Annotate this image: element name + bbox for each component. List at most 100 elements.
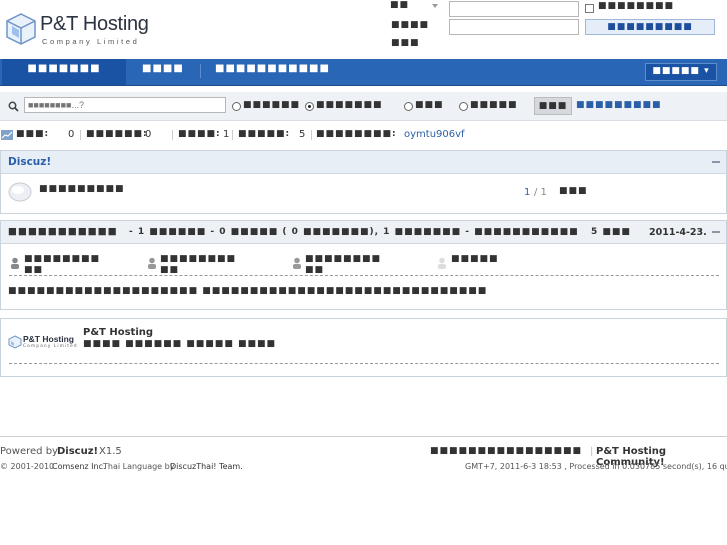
remember-checkbox[interactable] bbox=[585, 4, 594, 13]
forum-category-box: Discuz! ■■■■■■■■■ 1 / 1 ■■■ bbox=[0, 150, 727, 214]
partner-title[interactable]: P&T Hosting bbox=[83, 327, 153, 338]
search-option-radio-2[interactable] bbox=[305, 102, 314, 111]
search-option-label-1: ■■■■■■ bbox=[243, 100, 301, 110]
legend-sub-2: ■■ bbox=[160, 265, 180, 275]
advanced-search-link[interactable]: ■■■■■■■■■ bbox=[576, 100, 662, 110]
search-option-label-2: ■■■■■■■ bbox=[316, 100, 383, 110]
stat-label-3: ■■■■: bbox=[178, 129, 221, 139]
search-option-radio-1[interactable] bbox=[232, 102, 241, 111]
newest-member-label: ■■■■■■■■: bbox=[316, 129, 397, 139]
logo-cube-icon bbox=[6, 13, 36, 45]
search-button[interactable]: ■■■ bbox=[534, 97, 572, 115]
processed-info: GMT+7, 2011-6-3 18:53 , Processed in 0.0… bbox=[465, 462, 727, 471]
online-summary: - 1 ■■■■■■ - 0 ■■■■■ ( 0 ■■■■■■■), 1 ■■■… bbox=[129, 227, 579, 237]
newest-member-link[interactable]: oymtu906vf bbox=[404, 129, 465, 140]
moderator-user-icon bbox=[293, 257, 301, 269]
search-icon bbox=[8, 101, 19, 112]
nav-item-3[interactable]: ■■■■■■■■■■■ bbox=[215, 59, 330, 85]
stat-divider bbox=[172, 130, 173, 140]
collapse-icon[interactable] bbox=[712, 231, 720, 233]
supermod-user-icon bbox=[148, 257, 156, 269]
dashed-divider bbox=[9, 275, 719, 276]
nav-item-2[interactable]: ■■■■ bbox=[142, 59, 184, 85]
username-input[interactable] bbox=[449, 1, 579, 17]
chart-icon bbox=[1, 130, 13, 140]
stat-value-1: 0 bbox=[68, 129, 75, 140]
stat-value-4: 5 bbox=[299, 129, 306, 140]
legend-label-4: ■■■■■ bbox=[451, 254, 499, 264]
friend-links-box: P&T Hosting Company Limited P&T Hosting … bbox=[0, 318, 727, 377]
legend-label-2: ■■■■■■■■ bbox=[160, 254, 237, 264]
discuz-link[interactable]: Discuz! bbox=[57, 446, 98, 457]
thai-language-label: Thai Language by bbox=[103, 462, 175, 471]
partner-logo-sub: Company Limited bbox=[23, 344, 78, 349]
login-extra-label[interactable]: ■■■ bbox=[391, 38, 420, 48]
search-option-label-3: ■■■ bbox=[415, 100, 444, 110]
nav-dropdown-label: ■■■■■ bbox=[652, 66, 700, 76]
footer: Powered by Discuz! X1.5 © 2001-2010 Coms… bbox=[0, 436, 727, 477]
legend-sub-1: ■■ bbox=[24, 265, 44, 275]
login-password-label: ■■■■ bbox=[391, 20, 430, 30]
copyright-text: © 2001-2010 bbox=[0, 462, 55, 471]
forum-name[interactable]: ■■■■■■■■■ bbox=[39, 184, 125, 194]
password-input[interactable] bbox=[449, 19, 579, 35]
search-input[interactable] bbox=[24, 97, 226, 113]
forum-status-icon bbox=[8, 182, 32, 202]
nav-dropdown[interactable]: ■■■■■ ▾ bbox=[645, 63, 717, 81]
nav-item-label: ■■■■■■■ bbox=[27, 63, 101, 74]
online-record: 5 ■■■ bbox=[591, 227, 631, 237]
stat-divider bbox=[311, 130, 312, 140]
online-users-box: ■■■■■■■■■■■ - 1 ■■■■■■ - 0 ■■■■■ ( 0 ■■■… bbox=[0, 220, 727, 310]
partner-logo-text: P&T Hosting bbox=[23, 334, 74, 344]
discuzthai-link[interactable]: DiscuzThai! Team. bbox=[170, 462, 243, 471]
search-option-label-4: ■■■■■ bbox=[470, 100, 518, 110]
online-notice: ■■■■■■■■■■■■■■■■■■■■ ■■■■■■■■■■■■■■■■■■■… bbox=[8, 286, 488, 296]
forum-last-post: ■■■ bbox=[559, 186, 588, 196]
member-user-icon bbox=[438, 257, 446, 269]
stat-label-2: ■■■■■■: bbox=[86, 129, 148, 139]
nav-item-label: ■■■■ bbox=[142, 63, 184, 74]
stat-divider bbox=[232, 130, 233, 140]
partner-logo[interactable]: P&T Hosting Company Limited bbox=[8, 333, 78, 351]
comsenz-link[interactable]: Comsenz Inc. bbox=[52, 462, 106, 471]
dashed-divider bbox=[9, 363, 719, 364]
brand-subtitle: Company Limited bbox=[42, 37, 140, 46]
stat-label-4: ■■■■■: bbox=[238, 129, 291, 139]
footer-right-text[interactable]: ■■■■■■■■■■■■■■■■ bbox=[430, 446, 582, 456]
stat-divider bbox=[80, 130, 81, 140]
forum-stats: ■■■: 0 ■■■■■■: 0 ■■■■: 1 ■■■■■: 5 ■■■■■■… bbox=[0, 125, 727, 145]
online-title[interactable]: ■■■■■■■■■■■ bbox=[8, 226, 118, 237]
header: P&T Hosting Company Limited ■■ ■■■■■■■■ … bbox=[0, 0, 727, 60]
remember-label: ■■■■■■■■ bbox=[598, 1, 675, 11]
version-label: X1.5 bbox=[99, 446, 122, 457]
online-record-date: 2011-4-23. bbox=[649, 227, 707, 238]
login-username-label: ■■ bbox=[390, 0, 410, 10]
search-option-radio-3[interactable] bbox=[404, 102, 413, 111]
category-header: Discuz! bbox=[1, 151, 726, 174]
stat-label-1: ■■■: bbox=[16, 129, 50, 139]
logo-cube-icon bbox=[8, 335, 22, 349]
online-header: ■■■■■■■■■■■ - 1 ■■■■■■ - 0 ■■■■■ ( 0 ■■■… bbox=[1, 221, 726, 244]
category-title[interactable]: Discuz! bbox=[8, 156, 51, 168]
stat-value-2: 0 bbox=[145, 129, 152, 140]
collapse-icon[interactable] bbox=[712, 161, 720, 163]
search-option-radio-4[interactable] bbox=[459, 102, 468, 111]
legend-label-1: ■■■■■■■■ bbox=[24, 254, 101, 264]
powered-by-label: Powered by bbox=[0, 446, 58, 457]
brand-name: P&T Hosting bbox=[40, 13, 149, 35]
nav-divider bbox=[200, 64, 201, 78]
forum-posts-count: / 1 bbox=[534, 187, 547, 198]
stat-value-3: 1 bbox=[223, 129, 230, 140]
chevron-down-icon[interactable] bbox=[432, 4, 438, 8]
main-nav: ■■■■■■■ ■■■■ ■■■■■■■■■■■ ■■■■■ ▾ bbox=[0, 59, 727, 86]
login-button[interactable]: ■■■■■■■■■ bbox=[585, 19, 715, 35]
footer-divider: | bbox=[590, 446, 594, 457]
partner-description: ■■■■ ■■■■■■ ■■■■■ ■■■■ bbox=[83, 339, 276, 349]
site-logo[interactable]: P&T Hosting Company Limited bbox=[4, 10, 154, 50]
forum-threads-count: 1 bbox=[524, 187, 531, 198]
nav-item-home[interactable]: ■■■■■■■ bbox=[2, 59, 126, 85]
legend-sub-3: ■■ bbox=[305, 265, 325, 275]
search-bar: ■■■■■■ ■■■■■■■ ■■■ ■■■■■ ■■■ ■■■■■■■■■ bbox=[0, 92, 727, 121]
legend-label-3: ■■■■■■■■ bbox=[305, 254, 382, 264]
admin-user-icon bbox=[11, 257, 19, 269]
